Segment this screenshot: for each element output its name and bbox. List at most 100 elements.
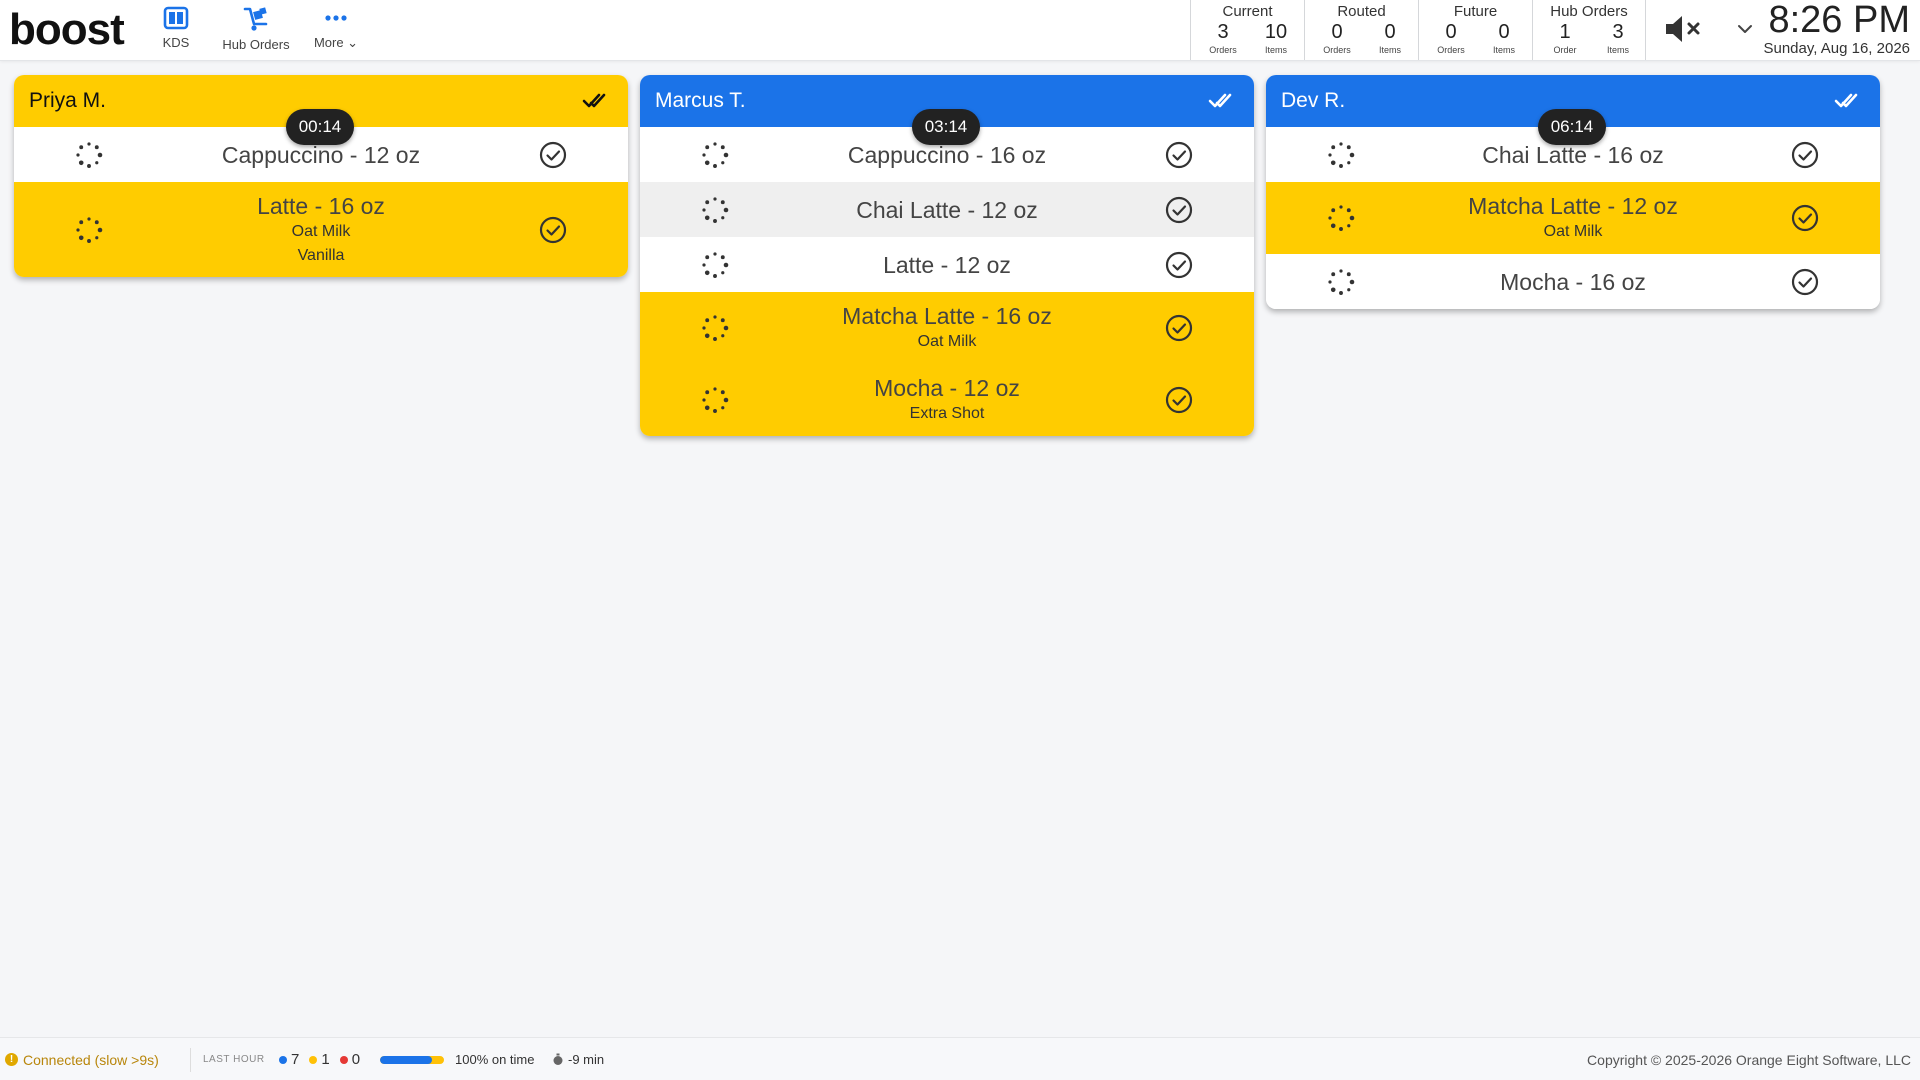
last-hour-label: LAST HOUR [203, 1054, 265, 1065]
footer-divider [190, 1048, 191, 1072]
item-modifier: Extra Shot [909, 405, 985, 422]
stat-future-orders: 0 [1445, 21, 1457, 43]
check-circle-icon[interactable] [1790, 203, 1820, 233]
stat-hub-title: Hub Orders [1550, 3, 1628, 20]
nav-hub-orders[interactable]: Hub Orders [218, 6, 294, 52]
order-item[interactable]: Latte - 12 oz [640, 237, 1254, 292]
check-circle-icon[interactable] [1164, 140, 1194, 170]
progress-track [380, 1055, 444, 1064]
item-modifier: Oat Milk [917, 333, 977, 350]
stat-current[interactable]: Current 3 Orders 10 Items [1190, 0, 1304, 60]
nav-more-label: More ⌄ [313, 35, 359, 50]
order-card[interactable]: Priya M. Cappuccino - 12 oz Latte - 16 oz O… [14, 75, 628, 277]
spinner-icon [702, 196, 729, 223]
stat-hub-items-label: Items [1606, 45, 1629, 55]
check-circle-icon[interactable] [538, 215, 568, 245]
item-text: Latte - 16 oz Oat Milk Vanilla [257, 192, 385, 268]
check-circle-icon[interactable] [1164, 250, 1194, 280]
order-item[interactable]: Matcha Latte - 16 oz Oat Milk [640, 292, 1254, 364]
stat-routed[interactable]: Routed 0 Orders 0 Items [1304, 0, 1418, 60]
item-name: Matcha Latte - 16 oz [842, 303, 1052, 329]
on-time-text: 100% on time [455, 1052, 535, 1067]
check-circle-icon[interactable] [1164, 313, 1194, 343]
item-modifier: Oat Milk [291, 222, 351, 240]
on-time-progress [380, 1038, 444, 1080]
spinner-icon [76, 141, 103, 168]
chevron-down-icon[interactable] [1737, 22, 1753, 36]
order-timer: 00:14 [286, 109, 354, 145]
check-circle-icon[interactable] [538, 140, 568, 170]
count-red: 0 [351, 1051, 361, 1068]
order-item[interactable]: Chai Latte - 12 oz [640, 182, 1254, 237]
clock-date: Sunday, Aug 16, 2026 [1763, 40, 1910, 57]
stat-current-orders-label: Orders [1209, 45, 1237, 55]
check-circle-icon[interactable] [1790, 140, 1820, 170]
spinner-icon [76, 216, 103, 243]
item-modifier: Vanilla [297, 246, 345, 264]
nav-kds-label: KDS [162, 35, 190, 50]
item-name: Mocha - 16 oz [1500, 268, 1646, 295]
dolly-icon [243, 7, 268, 31]
stat-hub-orders[interactable]: Hub Orders 1 Order 3 Items [1532, 0, 1646, 60]
check-circle-icon[interactable] [1164, 385, 1194, 415]
stat-routed-title: Routed [1337, 3, 1386, 20]
connection-status[interactable]: ! Connected (slow >9s) [5, 1038, 159, 1080]
stat-routed-items-label: Items [1378, 45, 1401, 55]
clock-time: 8:26 PM [1768, 0, 1910, 41]
logo-text: boost [9, 5, 125, 54]
count-blue: 7 [291, 1051, 300, 1068]
item-text: Mocha - 12 oz Extra Shot [874, 374, 1020, 426]
avg-time-text: -9 min [568, 1052, 605, 1067]
progress-fill [380, 1055, 433, 1064]
stat-future-items-label: Items [1492, 45, 1515, 55]
nav-more[interactable]: More ⌄ [311, 6, 361, 51]
spinner-icon [1328, 141, 1355, 168]
order-item[interactable]: Mocha - 16 oz [1266, 254, 1880, 309]
spinner-icon [702, 387, 729, 413]
order-item[interactable]: Matcha Latte - 12 oz Oat Milk [1266, 182, 1880, 254]
nav-hub-label: Hub Orders [222, 37, 290, 52]
avg-time: -9 min [552, 1038, 604, 1080]
customer-name: Dev R. [1281, 89, 1346, 112]
warning-icon: ! [5, 1053, 18, 1066]
double-check-icon[interactable] [582, 89, 606, 111]
stat-future-items: 0 [1498, 21, 1510, 43]
red-dot-icon [339, 1055, 348, 1064]
status-bar: ! Connected (slow >9s) LAST HOUR 7 1 0 1… [0, 1037, 1920, 1080]
check-circle-icon[interactable] [1164, 195, 1194, 225]
item-name: Latte - 16 oz [257, 192, 385, 219]
stat-routed-items: 0 [1384, 21, 1396, 43]
order-timer: 03:14 [912, 109, 980, 145]
check-circle-icon[interactable] [1790, 267, 1820, 297]
order-item[interactable]: Mocha - 12 oz Extra Shot [640, 364, 1254, 436]
stat-hub-orders-label: Order [1553, 45, 1577, 55]
spinner-icon [702, 251, 729, 278]
item-name: Mocha - 12 oz [874, 375, 1020, 401]
nav-kds[interactable]: KDS [160, 6, 192, 50]
stat-current-items: 10 [1264, 21, 1288, 43]
item-name: Chai Latte - 12 oz [856, 196, 1038, 223]
boost-logo: boost [9, 5, 125, 54]
stat-future-title: Future [1453, 3, 1498, 20]
stat-routed-orders-label: Orders [1323, 45, 1351, 55]
double-check-icon[interactable] [1208, 89, 1232, 111]
connection-text: Connected (slow >9s) [23, 1051, 159, 1068]
order-item[interactable]: Latte - 16 oz Oat Milk Vanilla [14, 182, 628, 277]
stopwatch-icon [553, 1053, 563, 1065]
item-text: Latte - 12 oz [883, 251, 1011, 279]
stat-future[interactable]: Future 0 Orders 0 Items [1418, 0, 1532, 60]
customer-name: Marcus T. [655, 89, 746, 112]
kds-layout-icon [163, 6, 189, 30]
yellow-dot-icon [309, 1055, 318, 1064]
more-dots-icon [325, 15, 347, 21]
item-modifier: Oat Milk [1543, 223, 1603, 240]
spinner-icon [1328, 268, 1355, 295]
item-text: Matcha Latte - 12 oz Oat Milk [1468, 192, 1678, 244]
blue-dot-icon [279, 1055, 287, 1064]
stat-current-orders: 3 [1217, 21, 1229, 43]
clock: 8:26 PM Sunday, Aug 16, 2026 [1763, 0, 1910, 57]
double-check-icon[interactable] [1834, 89, 1858, 111]
speaker-muted-icon[interactable] [1663, 13, 1707, 45]
stat-hub-items: 3 [1612, 21, 1624, 43]
item-text: Mocha - 16 oz [1500, 268, 1646, 296]
